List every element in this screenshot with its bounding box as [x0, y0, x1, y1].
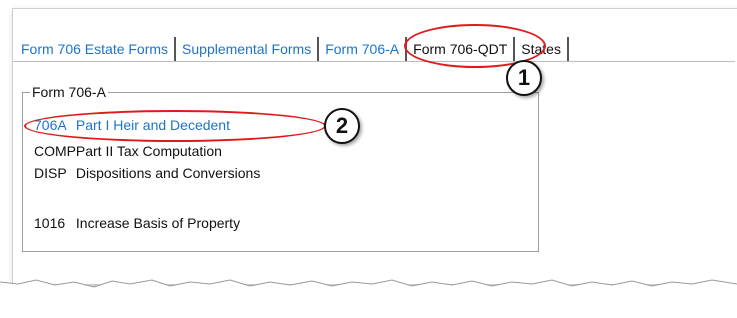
- list-item-comp[interactable]: COMP Part II Tax Computation: [34, 143, 222, 159]
- torn-edge: [0, 279, 737, 318]
- tab-form-706-a[interactable]: Form 706-A: [319, 37, 408, 61]
- callout-ellipse-item: [24, 110, 326, 142]
- form-code: COMP: [34, 143, 76, 159]
- form-code: 1016: [34, 215, 66, 231]
- form-label: Dispositions and Conversions: [75, 165, 261, 181]
- callout-number-2: 2: [324, 108, 360, 144]
- callout-number-1: 1: [506, 60, 542, 96]
- tab-divider: [13, 61, 735, 62]
- tab-strip: Form 706 Estate Forms Supplemental Forms…: [15, 37, 735, 61]
- form-label: Part II Tax Computation: [75, 143, 222, 159]
- tab-supplemental-forms[interactable]: Supplemental Forms: [176, 37, 320, 61]
- form-label: Increase Basis of Property: [75, 215, 241, 231]
- tab-form-706-estate-forms[interactable]: Form 706 Estate Forms: [15, 37, 177, 61]
- group-title: Form 706-A: [30, 84, 108, 100]
- list-item-disp[interactable]: DISP Dispositions and Conversions: [34, 165, 260, 181]
- list-item-1016[interactable]: 1016 Increase Basis of Property: [34, 215, 240, 231]
- form-code: DISP: [34, 165, 67, 181]
